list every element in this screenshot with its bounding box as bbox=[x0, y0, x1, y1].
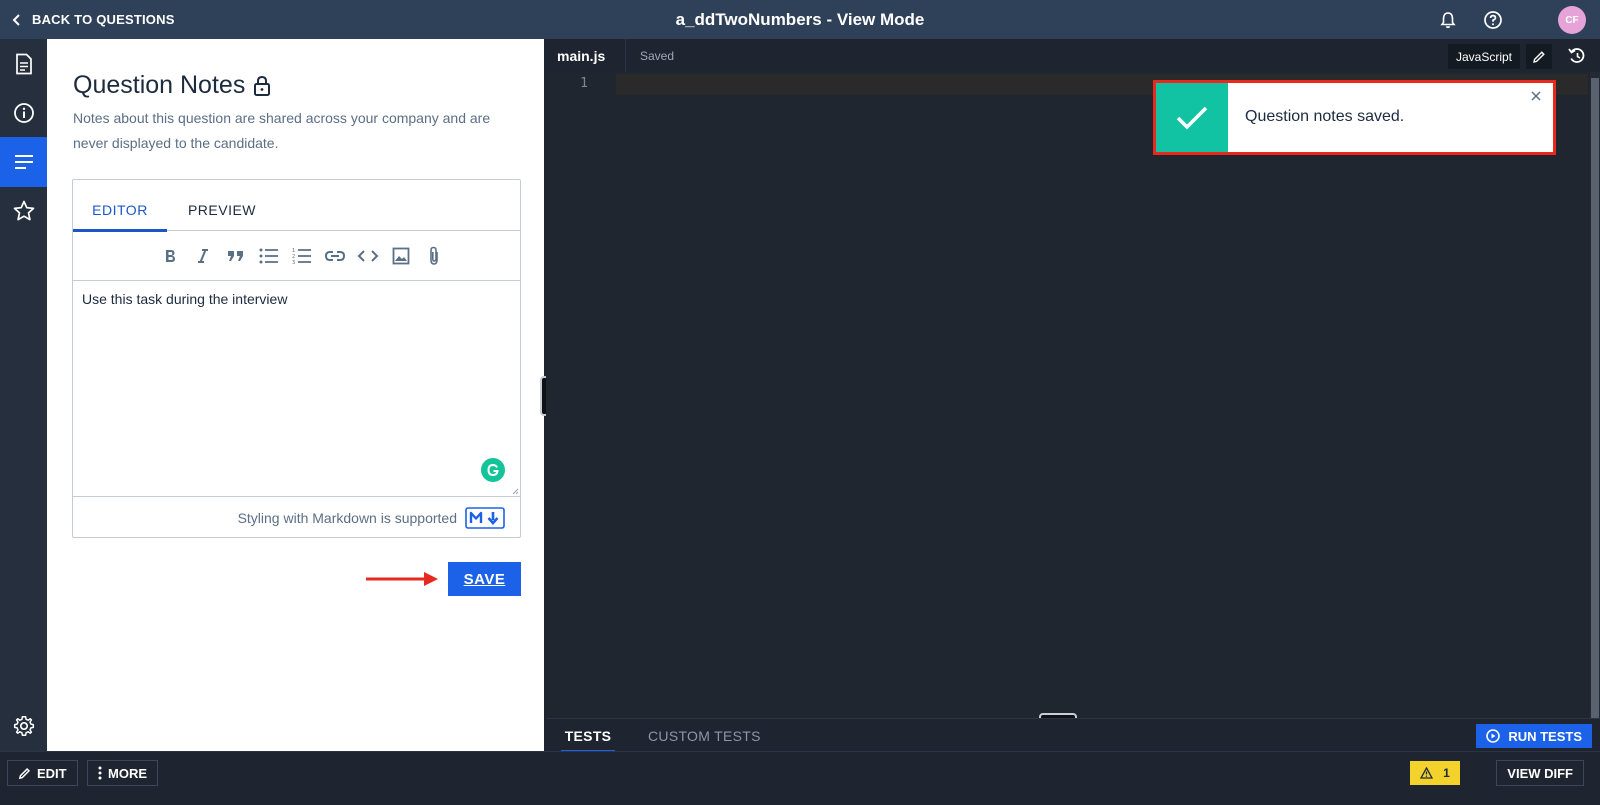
markdown-hint-text: Styling with Markdown is supported bbox=[237, 510, 457, 526]
more-label: MORE bbox=[108, 765, 147, 781]
view-diff-button[interactable]: VIEW DIFF bbox=[1496, 760, 1584, 786]
line-number: 1 bbox=[580, 76, 588, 91]
tests-bar: TESTS CUSTOM TESTS RUN TESTS bbox=[546, 718, 1600, 752]
avatar[interactable]: CF bbox=[1558, 6, 1586, 34]
bullet-list-icon[interactable] bbox=[257, 244, 280, 267]
save-status: Saved bbox=[640, 49, 675, 63]
toast-message: Question notes saved. bbox=[1245, 108, 1405, 125]
page-title: a_ddTwoNumbers - View Mode bbox=[675, 10, 925, 29]
notes-title-text: Question Notes bbox=[73, 71, 246, 99]
notes-content: Use this task during the interview bbox=[82, 291, 288, 307]
back-label: BACK TO QUESTIONS bbox=[32, 12, 175, 27]
more-button[interactable]: MORE bbox=[87, 760, 158, 786]
annotation-arrow-save bbox=[366, 572, 438, 586]
line-gutter: 1 bbox=[546, 72, 616, 718]
reset-code-icon[interactable] bbox=[1566, 45, 1588, 67]
gear-icon bbox=[13, 715, 35, 737]
link-icon[interactable] bbox=[323, 244, 346, 267]
scrollbar-thumb[interactable] bbox=[1591, 78, 1599, 718]
question-notes-panel: Question Notes Notes about this question… bbox=[47, 39, 544, 766]
code-editor-header: main.js Saved JavaScript bbox=[546, 39, 1600, 72]
code-icon[interactable] bbox=[356, 244, 379, 267]
sidebar-item-favorite[interactable] bbox=[0, 186, 47, 236]
star-icon bbox=[12, 199, 36, 223]
language-selector[interactable]: JavaScript bbox=[1447, 44, 1520, 69]
checkmark-icon bbox=[1156, 83, 1228, 152]
markdown-editor: EDITOR PREVIEW 123 Use this task during … bbox=[72, 179, 521, 538]
play-circle-icon bbox=[1486, 729, 1501, 743]
formatting-toolbar: 123 bbox=[73, 231, 520, 281]
close-icon[interactable] bbox=[1529, 89, 1543, 103]
warnings-badge[interactable]: 1 bbox=[1410, 761, 1460, 785]
sidebar-item-notes[interactable] bbox=[0, 137, 47, 187]
grammarly-icon[interactable] bbox=[481, 458, 505, 482]
sidebar-item-description[interactable] bbox=[0, 39, 47, 89]
sidebar-item-info[interactable] bbox=[0, 88, 47, 138]
edit-label: EDIT bbox=[37, 765, 67, 781]
top-bar: BACK TO QUESTIONS a_ddTwoNumbers - View … bbox=[0, 0, 1600, 39]
bottom-bar: EDIT MORE 1 VIEW DIFF bbox=[0, 751, 1600, 805]
image-icon[interactable] bbox=[389, 244, 412, 267]
italic-icon[interactable] bbox=[191, 244, 214, 267]
markdown-hint: Styling with Markdown is supported bbox=[73, 498, 520, 538]
help-icon[interactable] bbox=[1481, 8, 1505, 32]
info-icon bbox=[13, 102, 35, 124]
lock-icon bbox=[253, 75, 271, 97]
back-to-questions-link[interactable]: BACK TO QUESTIONS bbox=[12, 0, 175, 39]
notes-description: Notes about this question are shared acr… bbox=[73, 110, 491, 151]
notes-title: Question Notes bbox=[73, 71, 271, 100]
more-vertical-icon bbox=[98, 766, 102, 780]
edit-button[interactable]: EDIT bbox=[7, 760, 78, 786]
sidebar-item-settings[interactable] bbox=[0, 701, 47, 751]
sidebar-rail bbox=[0, 39, 47, 766]
notes-textarea[interactable]: Use this task during the interview bbox=[73, 281, 520, 497]
editor-tabs: EDITOR PREVIEW bbox=[73, 180, 520, 232]
file-tab-main-js[interactable]: main.js bbox=[546, 39, 626, 72]
code-scrollbar[interactable] bbox=[1590, 72, 1600, 718]
tab-tests[interactable]: TESTS bbox=[561, 719, 615, 752]
run-tests-button[interactable]: RUN TESTS bbox=[1476, 724, 1592, 748]
warning-icon bbox=[1420, 767, 1434, 779]
pencil-icon bbox=[18, 767, 31, 780]
toast-notification: Question notes saved. bbox=[1153, 80, 1556, 155]
attachment-icon[interactable] bbox=[422, 244, 445, 267]
warning-count: 1 bbox=[1443, 766, 1450, 780]
numbered-list-icon[interactable]: 123 bbox=[290, 244, 313, 267]
run-tests-label: RUN TESTS bbox=[1508, 728, 1582, 744]
tab-editor[interactable]: EDITOR bbox=[73, 180, 167, 232]
code-editor[interactable]: 1 bbox=[546, 72, 1600, 718]
quote-icon[interactable] bbox=[224, 244, 247, 267]
tab-preview[interactable]: PREVIEW bbox=[175, 180, 269, 231]
bell-icon[interactable] bbox=[1436, 8, 1460, 32]
svg-text:3: 3 bbox=[292, 260, 295, 265]
markdown-icon[interactable] bbox=[465, 507, 505, 529]
resize-handle-icon[interactable] bbox=[512, 488, 519, 495]
document-icon bbox=[14, 53, 34, 75]
notes-icon bbox=[13, 154, 35, 170]
chevron-left-icon bbox=[12, 13, 22, 27]
bold-icon[interactable] bbox=[158, 244, 181, 267]
pencil-icon[interactable] bbox=[1526, 44, 1552, 69]
save-button[interactable]: SAVE bbox=[448, 562, 521, 596]
tab-custom-tests[interactable]: CUSTOM TESTS bbox=[648, 719, 761, 752]
